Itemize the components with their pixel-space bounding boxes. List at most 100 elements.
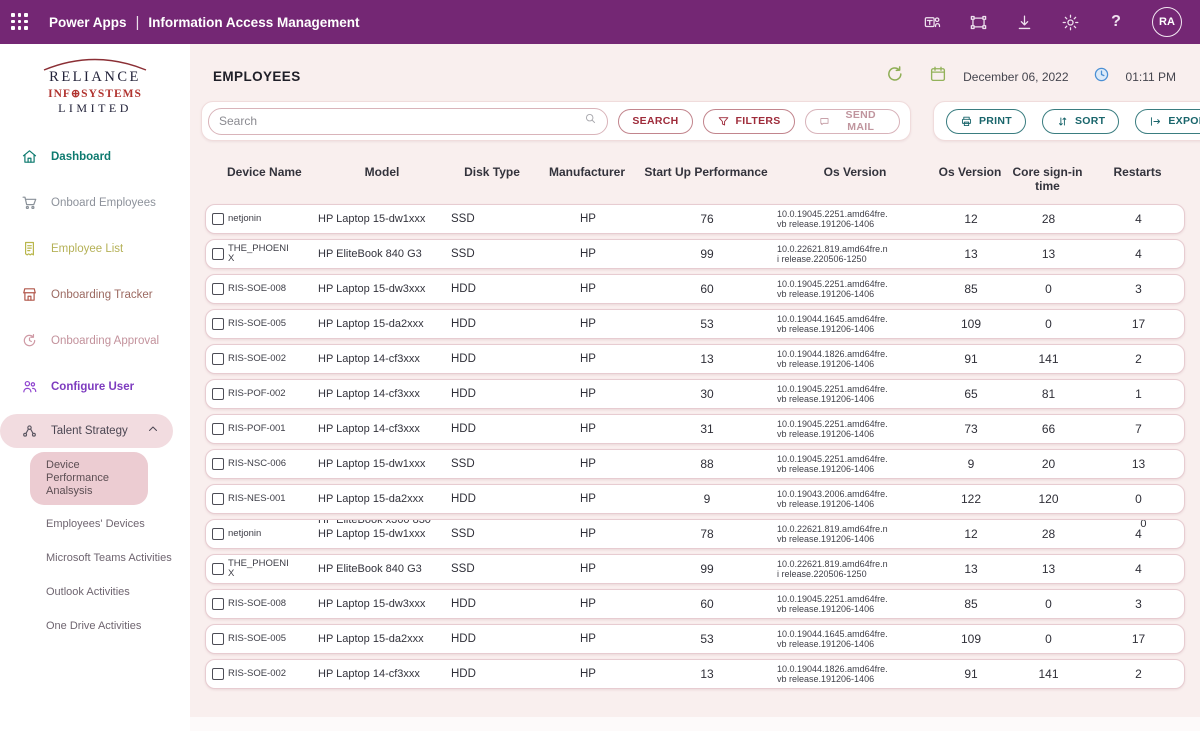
sidebar-subitem-one-drive-activities[interactable]: One Drive Activities <box>0 612 190 641</box>
column-header-6: Os Version <box>935 161 1005 197</box>
sort-button[interactable]: SORT <box>1042 109 1119 134</box>
cell-disk-type: SSD <box>448 213 538 225</box>
cell-manufacturer: HP <box>538 248 638 260</box>
cell-startup-performance: 13 <box>638 352 776 366</box>
sidebar-subitem-outlook-activities[interactable]: Outlook Activities <box>0 578 190 607</box>
row-checkbox[interactable] <box>212 213 224 225</box>
cell-core-signin-time: 81 <box>1006 387 1091 401</box>
chat-bubble-icon <box>819 115 830 128</box>
home-icon <box>21 148 38 165</box>
table-row: RIS-SOE-005HP Laptop 15-da2xxxHDDHP5310.… <box>205 309 1185 339</box>
cell-core-signin-time: 0 <box>1006 632 1091 646</box>
refresh-icon[interactable] <box>885 64 905 89</box>
sidebar-item-configure-user[interactable]: Configure User <box>0 368 190 405</box>
company-logo: RELIANCE INF⊕SYSTEMS LIMITED <box>20 58 170 116</box>
table-row: netjoninHP EliteBook x360 830HP Laptop 1… <box>205 519 1185 549</box>
table-row: THE_PHOENIXHP EliteBook 840 G3SSDHP9910.… <box>205 554 1185 584</box>
cell-device-name: RIS-SOE-008 <box>228 599 318 609</box>
search-input[interactable] <box>219 114 584 128</box>
sidebar-group-talent: Talent Strategy Device Performance Anals… <box>0 414 190 641</box>
sidebar-group-label: Talent Strategy <box>51 425 128 437</box>
row-checkbox[interactable] <box>212 528 224 540</box>
row-checkbox[interactable] <box>212 353 224 365</box>
cell-model: HP Laptop 15-da2xxx <box>318 493 448 505</box>
sidebar-item-onboarding-tracker[interactable]: Onboarding Tracker <box>0 276 190 313</box>
cell-os-version: 10.0.19045.2251.amd64fre.vb release.1912… <box>776 419 936 440</box>
cell-disk-type: SSD <box>448 458 538 470</box>
focus-frame-icon[interactable] <box>968 12 988 32</box>
row-checkbox[interactable] <box>212 458 224 470</box>
cell-device-name: netjonin <box>228 214 318 224</box>
column-header-7: Core sign-in time <box>1005 161 1090 197</box>
row-checkbox[interactable] <box>212 318 224 330</box>
column-header-2: Disk Type <box>447 161 537 197</box>
sidebar-item-label: Onboard Employees <box>51 197 156 209</box>
sidebar-item-talent-strategy[interactable]: Talent Strategy <box>0 414 173 448</box>
table-row: RIS-SOE-002HP Laptop 14-cf3xxxHDDHP1310.… <box>205 659 1185 689</box>
cell-os-version-number: 12 <box>936 212 1006 226</box>
cell-os-version: 10.0.19044.1645.amd64fre.vb release.1912… <box>776 314 936 335</box>
sidebar-subitem-microsoft-teams-activities[interactable]: Microsoft Teams Activities <box>0 544 190 573</box>
model-ghost-text: HP EliteBook x360 830 <box>318 519 431 526</box>
app-launcher-icon[interactable] <box>11 13 29 31</box>
cell-startup-performance: 30 <box>638 387 776 401</box>
row-checkbox[interactable] <box>212 493 224 505</box>
search-button[interactable]: SEARCH <box>618 109 692 134</box>
cell-restarts: 17 <box>1091 632 1185 646</box>
filters-button[interactable]: FILTERS <box>703 109 795 134</box>
cell-disk-type: SSD <box>448 528 538 540</box>
help-icon[interactable]: ? <box>1106 12 1126 32</box>
cell-startup-performance: 9 <box>638 492 776 506</box>
sidebar-item-dashboard[interactable]: Dashboard <box>0 138 190 175</box>
table-body: netjoninHP Laptop 15-dw1xxxSSDHP7610.0.1… <box>205 204 1185 689</box>
row-checkbox[interactable] <box>212 423 224 435</box>
chevron-up-icon[interactable] <box>147 422 159 440</box>
cell-restarts: 3 <box>1091 282 1185 296</box>
settings-gear-icon[interactable] <box>1060 12 1080 32</box>
cell-manufacturer: HP <box>538 283 638 295</box>
sidebar-item-label: Configure User <box>51 381 134 393</box>
download-icon[interactable] <box>1014 12 1034 32</box>
user-avatar[interactable]: RA <box>1152 7 1182 37</box>
row-checkbox[interactable] <box>212 598 224 610</box>
row-checkbox[interactable] <box>212 633 224 645</box>
row-checkbox[interactable] <box>212 248 224 260</box>
send-mail-button[interactable]: SEND MAIL <box>805 109 900 134</box>
cell-core-signin-time: 141 <box>1006 352 1091 366</box>
row-checkbox[interactable] <box>212 283 224 295</box>
print-button[interactable]: PRINT <box>946 109 1026 134</box>
top-app-bar: Power Apps | Information Access Manageme… <box>0 0 1200 44</box>
cell-disk-type: HDD <box>448 353 538 365</box>
cell-os-version-number: 122 <box>936 492 1006 506</box>
cell-manufacturer: HP <box>538 598 638 610</box>
teams-icon[interactable] <box>922 12 942 32</box>
cell-disk-type: HDD <box>448 668 538 680</box>
cart-icon <box>21 194 38 211</box>
sidebar-item-employee-list[interactable]: Employee List <box>0 230 190 267</box>
cell-disk-type: SSD <box>448 248 538 260</box>
cell-os-version-number: 85 <box>936 282 1006 296</box>
sidebar-subitem-employees-devices[interactable]: Employees' Devices <box>0 510 190 539</box>
cell-model: HP Laptop 14-cf3xxx <box>318 388 448 400</box>
table-header: Device NameModelDisk TypeManufacturerSta… <box>205 161 1185 197</box>
cell-disk-type: HDD <box>448 423 538 435</box>
row-checkbox[interactable] <box>212 563 224 575</box>
row-checkbox[interactable] <box>212 668 224 680</box>
cell-restarts: 7 <box>1091 422 1185 436</box>
sidebar-item-onboarding-approval[interactable]: Onboarding Approval <box>0 322 190 359</box>
cell-os-version-number: 12 <box>936 527 1006 541</box>
cell-core-signin-time: 13 <box>1006 562 1091 576</box>
sidebar-subitem-device-performance-analsysis[interactable]: Device Performance Analsysis <box>30 452 148 505</box>
cell-startup-performance: 78 <box>638 527 776 541</box>
cell-manufacturer: HP <box>538 213 638 225</box>
app-title: Power Apps | Information Access Manageme… <box>49 14 359 31</box>
cell-core-signin-time: 141 <box>1006 667 1091 681</box>
calendar-icon[interactable] <box>929 65 947 88</box>
export-button[interactable]: EXPORT <box>1135 109 1200 134</box>
store-icon <box>21 286 38 303</box>
cell-device-name: RIS-SOE-008 <box>228 284 318 294</box>
cell-manufacturer: HP <box>538 388 638 400</box>
sidebar-item-label: Onboarding Tracker <box>51 289 153 301</box>
row-checkbox[interactable] <box>212 388 224 400</box>
sidebar-item-onboard-employees[interactable]: Onboard Employees <box>0 184 190 221</box>
